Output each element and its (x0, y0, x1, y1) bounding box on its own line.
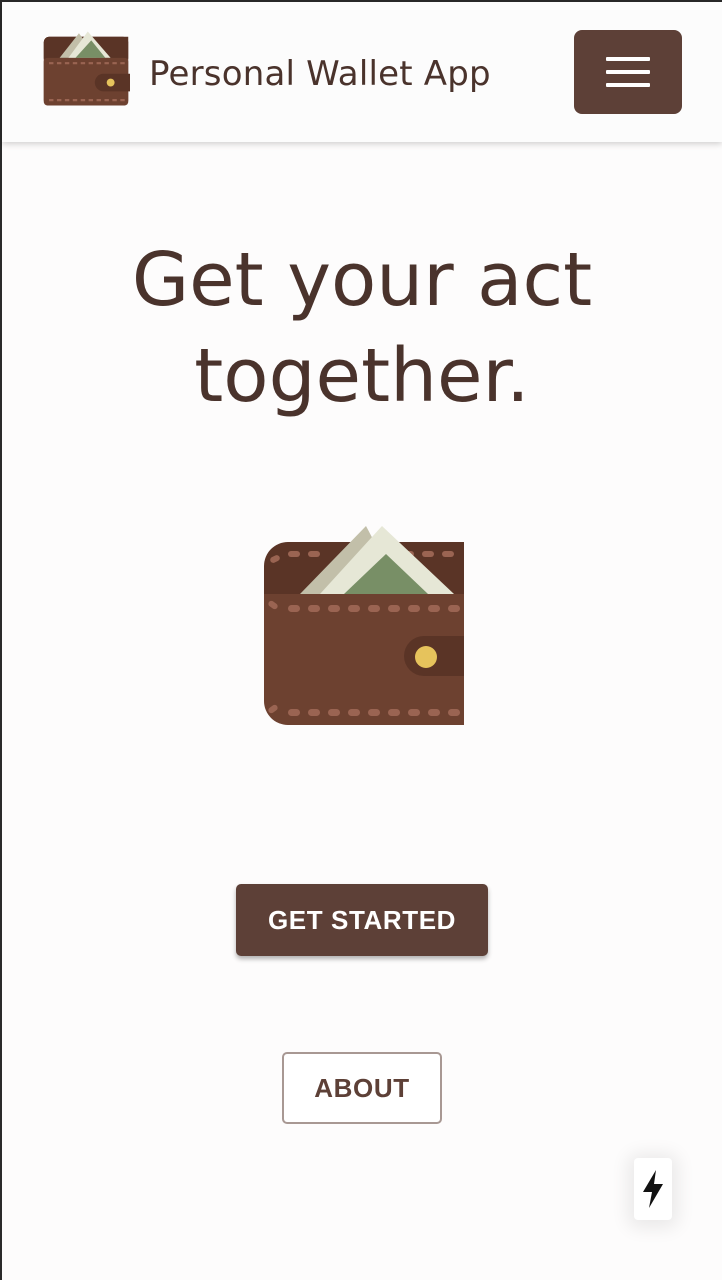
app-title: Personal Wallet App (149, 54, 491, 94)
lightning-fab-button[interactable] (634, 1158, 672, 1220)
wallet-logo-icon[interactable] (42, 28, 130, 116)
get-started-button[interactable]: GET STARTED (236, 884, 488, 956)
menu-button[interactable] (574, 30, 682, 114)
hamburger-menu-icon (606, 57, 650, 87)
hero-headline: Get your act together. (2, 232, 722, 424)
about-button[interactable]: ABOUT (282, 1052, 442, 1124)
headline-line-1: Get your act (131, 237, 593, 323)
app-bar: Personal Wallet App (2, 2, 722, 142)
headline-line-2: together. (194, 333, 530, 419)
wallet-illustration-icon (264, 526, 464, 725)
lightning-bolt-icon (643, 1170, 663, 1208)
page: Personal Wallet App Get your act togethe… (0, 0, 722, 1280)
